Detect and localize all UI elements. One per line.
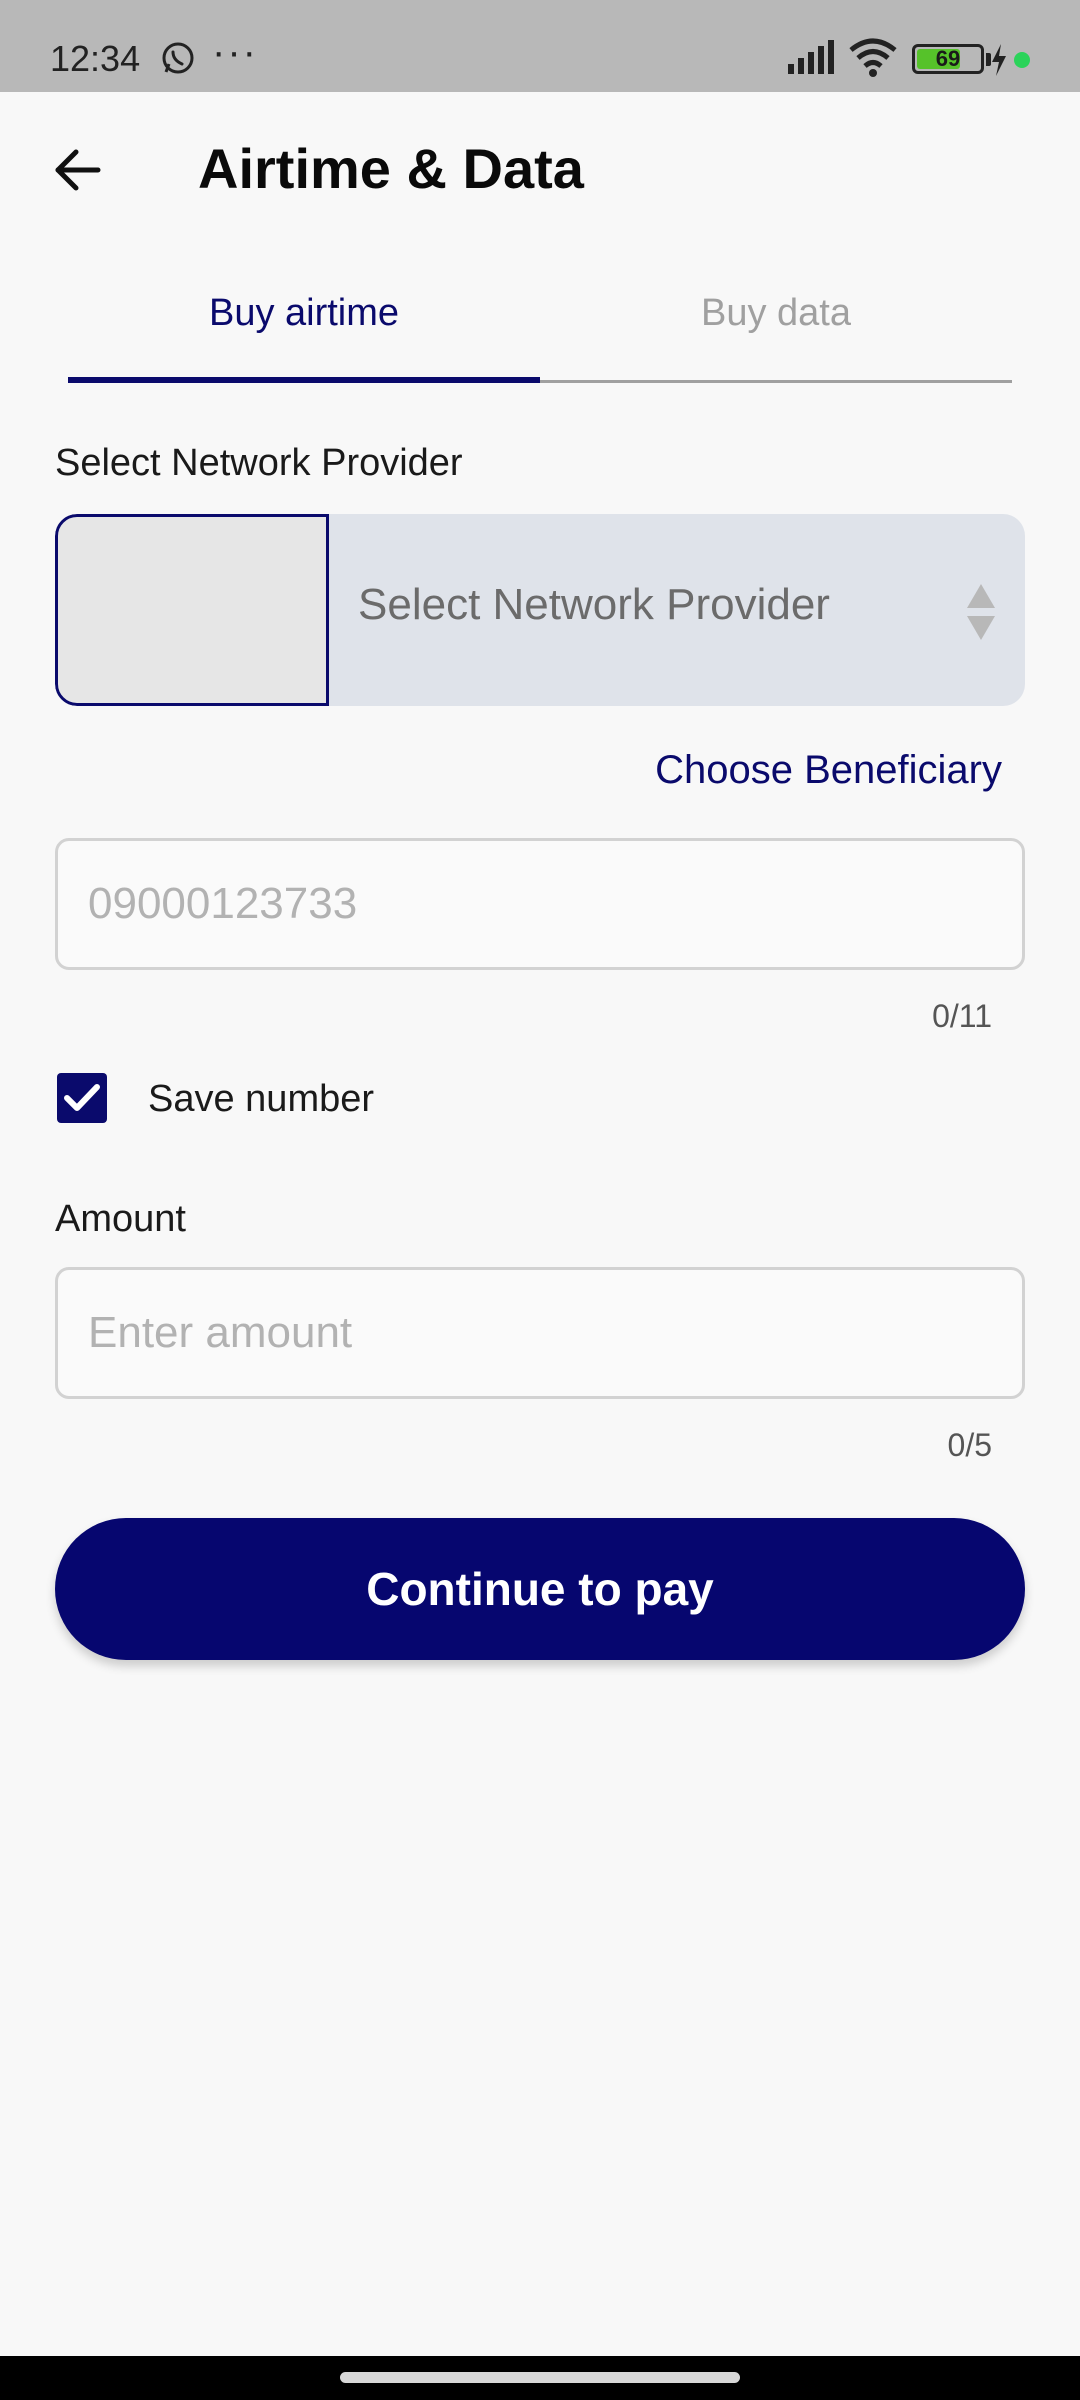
page-title: Airtime & Data	[198, 137, 584, 200]
amount-char-counter: 0/5	[947, 1427, 992, 1463]
bolt-icon	[992, 44, 1006, 76]
privacy-indicator-dot	[1014, 52, 1030, 68]
save-number-checkbox[interactable]	[57, 1073, 107, 1123]
network-provider-placeholder: Select Network Provider	[358, 580, 830, 629]
signal-icon	[788, 40, 834, 74]
active-tab-indicator	[68, 377, 540, 383]
whatsapp-icon	[162, 42, 194, 74]
amount-label: Amount	[55, 1198, 186, 1240]
arrow-left-icon	[55, 149, 101, 191]
home-indicator[interactable]	[340, 2372, 740, 2383]
continue-to-pay-button[interactable]: Continue to pay	[55, 1518, 1025, 1660]
check-icon	[64, 1084, 100, 1111]
tab-buy-data[interactable]: Buy data	[540, 270, 1012, 380]
amount-input[interactable]	[55, 1267, 1025, 1399]
status-time: 12:34	[50, 38, 141, 79]
select-arrows-icon	[967, 584, 995, 640]
phone-char-counter: 0/11	[932, 998, 992, 1034]
battery-percentage: 69	[935, 46, 961, 71]
tab-buy-airtime[interactable]: Buy airtime	[68, 270, 540, 380]
network-provider-label: Select Network Provider	[55, 442, 463, 484]
network-provider-select[interactable]: Select Network Provider	[55, 514, 1025, 706]
app-header: Airtime & Data	[0, 92, 1080, 252]
network-logo-placeholder	[55, 514, 329, 706]
status-bar: 12:34 ··· 69	[0, 0, 1080, 92]
wifi-icon	[849, 38, 897, 77]
save-number-label: Save number	[148, 1078, 375, 1120]
choose-beneficiary-link[interactable]: Choose Beneficiary	[655, 748, 1002, 793]
system-nav-bar	[0, 2356, 1080, 2400]
more-notifications-icon: ···	[212, 30, 258, 74]
back-button[interactable]	[40, 132, 116, 208]
tab-bar: Buy airtime Buy data	[68, 270, 1012, 384]
phone-number-input[interactable]	[55, 838, 1025, 970]
